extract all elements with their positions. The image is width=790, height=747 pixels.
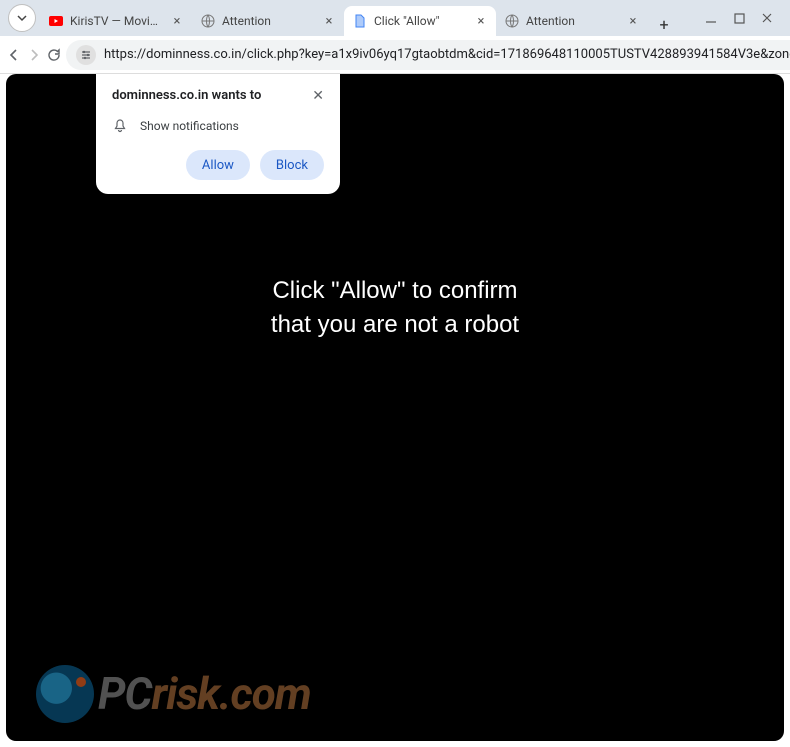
reload-button[interactable] bbox=[46, 40, 62, 70]
browser-toolbar: https://dominness.co.in/click.php?key=a1… bbox=[0, 36, 790, 74]
window-controls bbox=[692, 11, 786, 25]
url-text: https://dominness.co.in/click.php?key=a1… bbox=[104, 47, 790, 62]
tab-2-active[interactable]: Click "Allow" × bbox=[344, 6, 496, 36]
back-button[interactable] bbox=[6, 40, 22, 70]
tab-strip: KirisTV — Movies and S × Attention × Cli… bbox=[40, 0, 692, 36]
address-bar[interactable]: https://dominness.co.in/click.php?key=a1… bbox=[66, 40, 790, 70]
tab-title: KirisTV — Movies and S bbox=[70, 14, 164, 28]
tab-close-button[interactable]: × bbox=[626, 14, 640, 28]
permission-body-text: Show notifications bbox=[140, 119, 239, 133]
minimize-button[interactable] bbox=[704, 11, 718, 25]
tab-close-button[interactable]: × bbox=[170, 14, 184, 28]
tab-title: Attention bbox=[222, 14, 316, 28]
tab-title: Click "Allow" bbox=[374, 14, 468, 28]
permission-close-button[interactable]: ✕ bbox=[312, 88, 324, 104]
tab-close-button[interactable]: × bbox=[322, 14, 336, 28]
tune-icon bbox=[80, 49, 92, 61]
forward-button[interactable] bbox=[26, 40, 42, 70]
permission-title: dominness.co.in wants to bbox=[112, 88, 261, 103]
page-message: Click "Allow" to confirm that you are no… bbox=[271, 274, 519, 341]
search-tabs-button[interactable] bbox=[8, 4, 36, 32]
tab-title: Attention bbox=[526, 14, 620, 28]
chevron-down-icon bbox=[16, 12, 28, 24]
watermark-text: PCrisk.com bbox=[98, 668, 311, 720]
close-window-button[interactable] bbox=[760, 11, 774, 25]
page-icon bbox=[352, 13, 368, 29]
watermark: PCrisk.com bbox=[36, 665, 311, 723]
page-content: Click "Allow" to confirm that you are no… bbox=[6, 74, 784, 741]
maximize-button[interactable] bbox=[732, 11, 746, 25]
globe-icon bbox=[200, 13, 216, 29]
tab-1[interactable]: Attention × bbox=[192, 6, 344, 36]
tab-3[interactable]: Attention × bbox=[496, 6, 648, 36]
site-info-button[interactable] bbox=[76, 45, 96, 65]
youtube-icon bbox=[48, 13, 64, 29]
block-button[interactable]: Block bbox=[260, 150, 324, 180]
tab-close-button[interactable]: × bbox=[474, 14, 488, 28]
new-tab-button[interactable]: + bbox=[652, 12, 676, 36]
browser-titlebar: KirisTV — Movies and S × Attention × Cli… bbox=[0, 0, 790, 36]
globe-icon bbox=[504, 13, 520, 29]
tab-0[interactable]: KirisTV — Movies and S × bbox=[40, 6, 192, 36]
allow-button[interactable]: Allow bbox=[186, 150, 250, 180]
bell-icon bbox=[112, 118, 128, 134]
permission-popup: dominness.co.in wants to ✕ Show notifica… bbox=[96, 74, 340, 194]
watermark-logo-icon bbox=[36, 665, 94, 723]
